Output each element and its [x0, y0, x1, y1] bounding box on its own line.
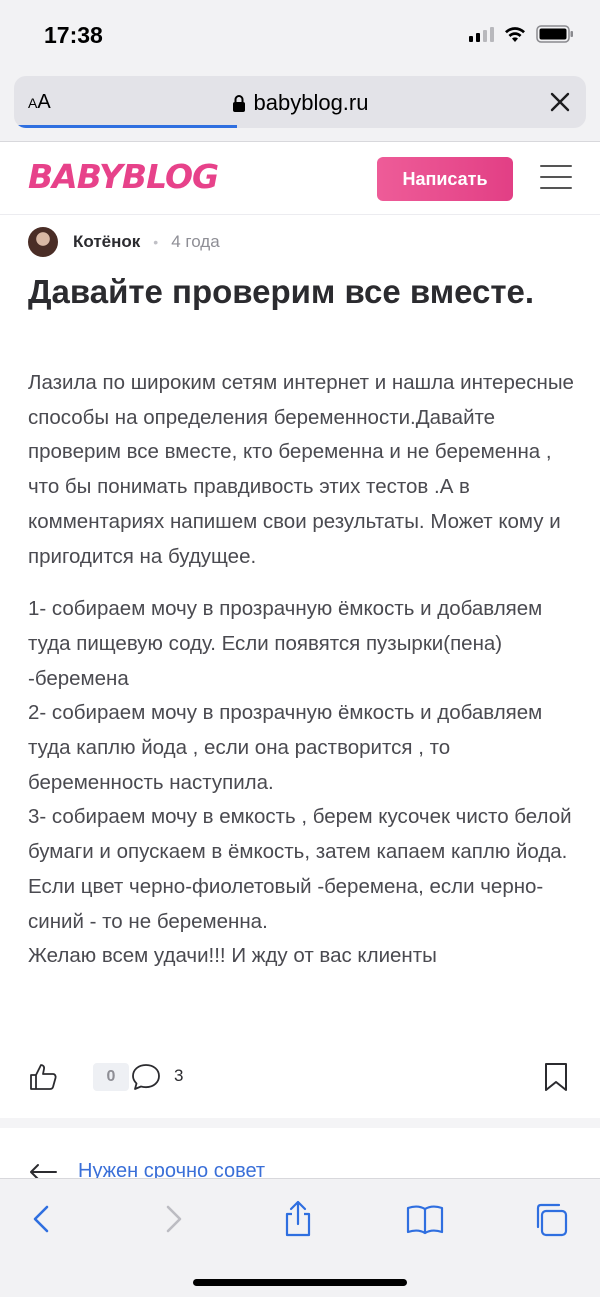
- bookmarks-icon[interactable]: [405, 1199, 445, 1239]
- author-row: Котёнок • 4 года: [28, 226, 220, 258]
- meta-separator: •: [153, 234, 159, 250]
- browser-address-area: AA babyblog.ru: [0, 70, 600, 142]
- battery-icon: [536, 25, 573, 43]
- post-paragraph: 1- собираем мочу в прозрачную ёмкость и …: [28, 597, 572, 968]
- like-count: 0: [93, 1063, 129, 1091]
- wifi-icon: [505, 26, 525, 42]
- menu-icon[interactable]: [540, 165, 572, 191]
- author-name[interactable]: Котёнок: [73, 232, 140, 252]
- post-actions: 0 3: [28, 1058, 572, 1098]
- signal-icon: [469, 26, 494, 42]
- avatar[interactable]: [28, 227, 58, 257]
- share-icon[interactable]: [278, 1199, 318, 1239]
- url-text: babyblog.ru: [253, 90, 369, 115]
- lock-icon: [232, 95, 245, 112]
- write-button[interactable]: Написать: [377, 157, 513, 201]
- status-bar: 17:38: [0, 0, 600, 70]
- site-header: BABYBLOG Написать: [0, 143, 600, 215]
- site-logo[interactable]: BABYBLOG: [28, 157, 219, 196]
- status-icons: [469, 25, 574, 43]
- post-time: 4 года: [171, 232, 220, 251]
- like-icon[interactable]: [28, 1062, 58, 1092]
- comment-count: 3: [174, 1066, 184, 1085]
- address-bar[interactable]: AA babyblog.ru: [14, 76, 586, 128]
- browser-toolbar: [0, 1178, 600, 1297]
- home-indicator[interactable]: [193, 1279, 407, 1286]
- post-title: Давайте проверим все вместе.: [28, 273, 535, 310]
- section-separator: [0, 1118, 600, 1128]
- tabs-icon[interactable]: [532, 1199, 572, 1239]
- post-body: Лазила по широким сетям интернет и нашла…: [28, 366, 584, 974]
- bookmark-icon[interactable]: [543, 1062, 569, 1092]
- comment-icon[interactable]: [130, 1062, 162, 1092]
- post-paragraph: Лазила по широким сетям интернет и нашла…: [28, 371, 574, 568]
- forward-icon[interactable]: [152, 1199, 192, 1239]
- page-load-progress: [14, 125, 238, 128]
- close-icon[interactable]: [548, 90, 572, 114]
- status-time: 17:38: [44, 22, 103, 48]
- back-icon[interactable]: [23, 1199, 63, 1239]
- url-display[interactable]: babyblog.ru: [14, 90, 586, 116]
